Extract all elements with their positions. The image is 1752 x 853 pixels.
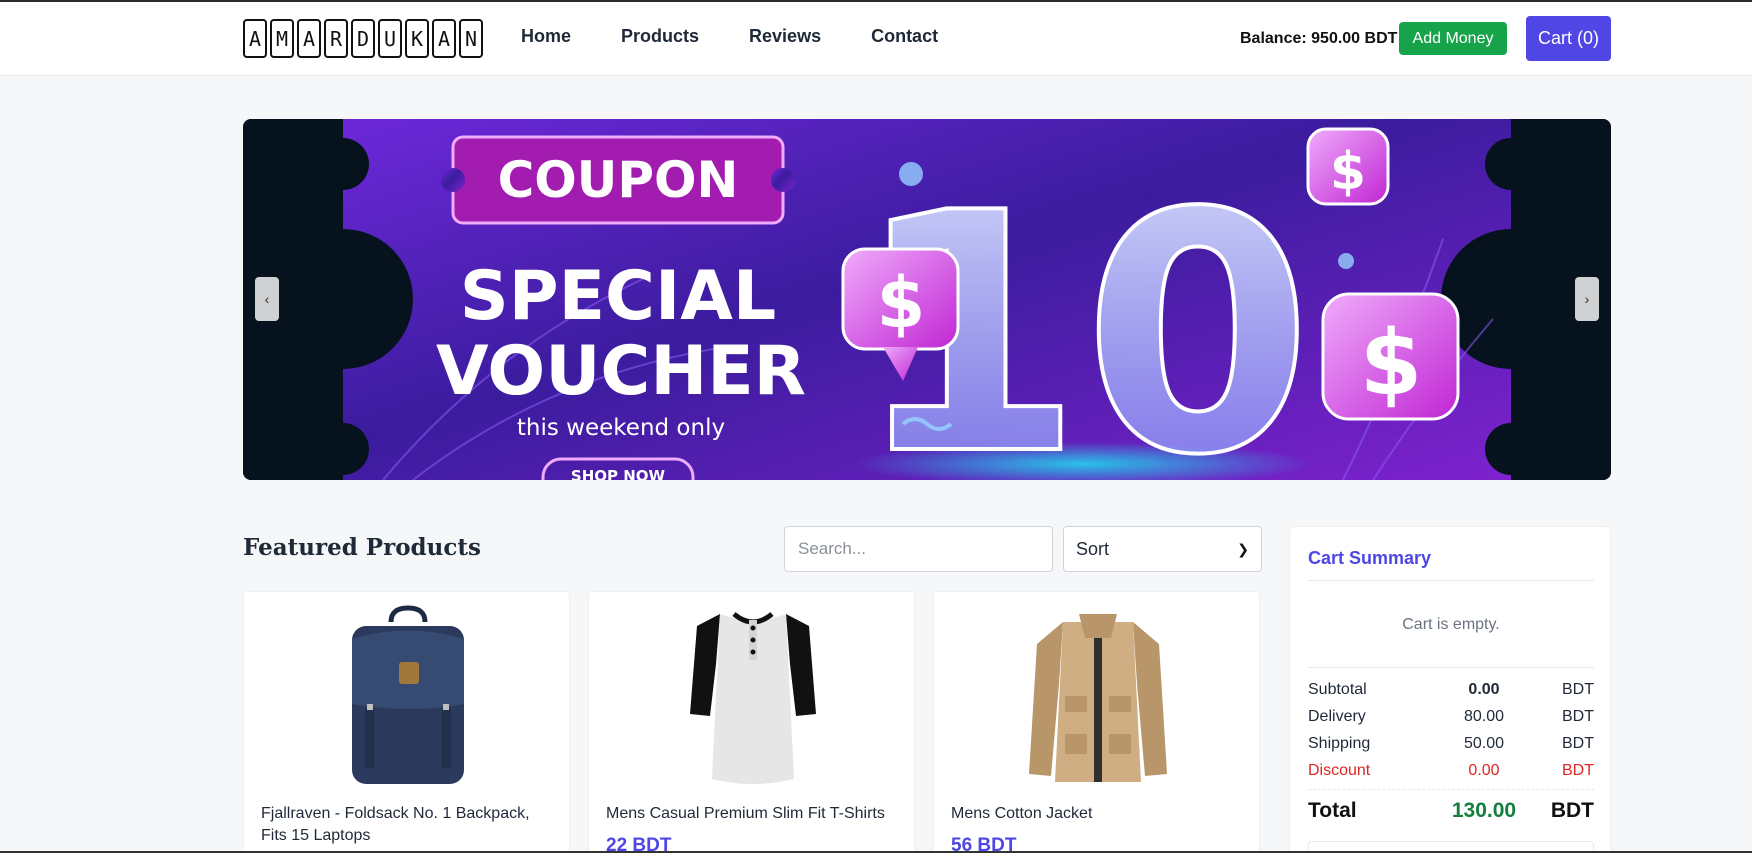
discount-row: Discount 0.00 BDT — [1308, 762, 1594, 784]
add-money-button[interactable]: Add Money — [1399, 22, 1507, 55]
nav-link-products[interactable]: Products — [621, 26, 699, 47]
featured-products-title: Featured Products — [243, 534, 481, 561]
total-row: Total 130.00 BDT — [1308, 799, 1594, 829]
dollar-bubble-3: $ — [1321, 292, 1460, 421]
logo-letter: M — [270, 19, 294, 58]
nav-link-reviews[interactable]: Reviews — [749, 26, 821, 47]
headline-special: SPECIAL — [460, 257, 776, 336]
divider — [1308, 580, 1594, 581]
dollar-symbol: $ — [877, 262, 926, 344]
nav-link-contact[interactable]: Contact — [871, 26, 938, 47]
search-input[interactable] — [784, 526, 1053, 572]
coupon-text: COUPON — [498, 151, 739, 209]
divider — [1308, 789, 1594, 790]
summary-value: 0.00 — [1468, 762, 1500, 779]
total-currency: BDT — [1550, 799, 1594, 822]
logo-letter: D — [351, 19, 375, 58]
subline-text: this weekend only — [517, 415, 725, 441]
tshirt-image — [589, 604, 916, 786]
cta-text: SHOP NOW — [571, 467, 666, 480]
summary-currency: BDT — [1562, 735, 1594, 752]
cart-button[interactable]: Cart (0) — [1526, 16, 1611, 61]
jacket-image — [934, 604, 1261, 786]
nav-link-home[interactable]: Home — [521, 26, 571, 47]
logo-letter: K — [405, 19, 429, 58]
total-label: Total — [1308, 799, 1357, 822]
summary-value: 0.00 — [1468, 681, 1500, 698]
summary-currency: BDT — [1562, 762, 1594, 779]
cart-summary-title: Cart Summary — [1308, 548, 1432, 568]
logo-letter: R — [324, 19, 348, 58]
summary-label: Delivery — [1308, 708, 1366, 725]
carousel-prev-button[interactable]: ‹ — [255, 277, 279, 321]
total-value: 130.00 — [1451, 799, 1517, 822]
product-name: Mens Casual Premium Slim Fit T-Shirts — [606, 805, 885, 822]
summary-label: Discount — [1308, 762, 1371, 779]
product-name: Mens Cotton Jacket — [951, 805, 1093, 822]
summary-label: Shipping — [1308, 735, 1371, 752]
delivery-row: Delivery 80.00 BDT — [1308, 708, 1594, 730]
summary-value: 80.00 — [1463, 708, 1505, 725]
product-card[interactable]: Fjallraven - Foldsack No. 1 Backpack, Fi… — [243, 591, 570, 853]
product-card[interactable]: Mens Cotton Jacket 56 BDT — [933, 591, 1260, 853]
dollar-bubble-2: $ — [1306, 127, 1390, 206]
summary-value: 50.00 — [1463, 735, 1505, 752]
summary-currency: BDT — [1562, 708, 1594, 725]
cart-empty-message: Cart is empty. — [1402, 616, 1500, 633]
main-nav: Home Products Reviews Contact — [521, 26, 938, 47]
sort-select-label: Sort — [1076, 538, 1110, 559]
divider — [1308, 667, 1594, 668]
summary-currency: BDT — [1562, 681, 1594, 698]
logo[interactable]: A M A R D U K A N — [243, 19, 483, 58]
promo-banner-carousel: COUPON SPECIAL VOUCHER this weekend only… — [243, 119, 1611, 480]
balance-display: Balance: 950.00 BDT — [1240, 30, 1398, 47]
dollar-symbol: $ — [1330, 142, 1366, 202]
product-card[interactable]: Mens Casual Premium Slim Fit T-Shirts 22… — [588, 591, 915, 853]
sort-select[interactable]: Sort ❯ — [1063, 526, 1262, 572]
dollar-symbol: $ — [1360, 311, 1423, 416]
summary-label: Subtotal — [1308, 681, 1367, 698]
backpack-image — [244, 604, 571, 786]
logo-letter: U — [378, 19, 402, 58]
product-name: Fjallraven - Foldsack No. 1 Backpack, Fi… — [261, 805, 530, 844]
logo-letter: A — [243, 19, 267, 58]
cart-summary-panel: Cart Summary Cart is empty. Subtotal 0.0… — [1289, 526, 1611, 853]
shipping-row: Shipping 50.00 BDT — [1308, 735, 1594, 757]
logo-letter: A — [432, 19, 456, 58]
promo-banner-image: COUPON SPECIAL VOUCHER this weekend only… — [243, 119, 1611, 480]
carousel-next-button[interactable]: › — [1575, 277, 1599, 321]
subtotal-row: Subtotal 0.00 BDT — [1308, 681, 1594, 703]
navbar: A M A R D U K A N Home Products Reviews … — [0, 2, 1752, 76]
logo-letter: A — [297, 19, 321, 58]
logo-letter: N — [459, 19, 483, 58]
headline-voucher: VOUCHER — [436, 332, 806, 411]
chevron-down-icon: ❯ — [1237, 540, 1249, 557]
